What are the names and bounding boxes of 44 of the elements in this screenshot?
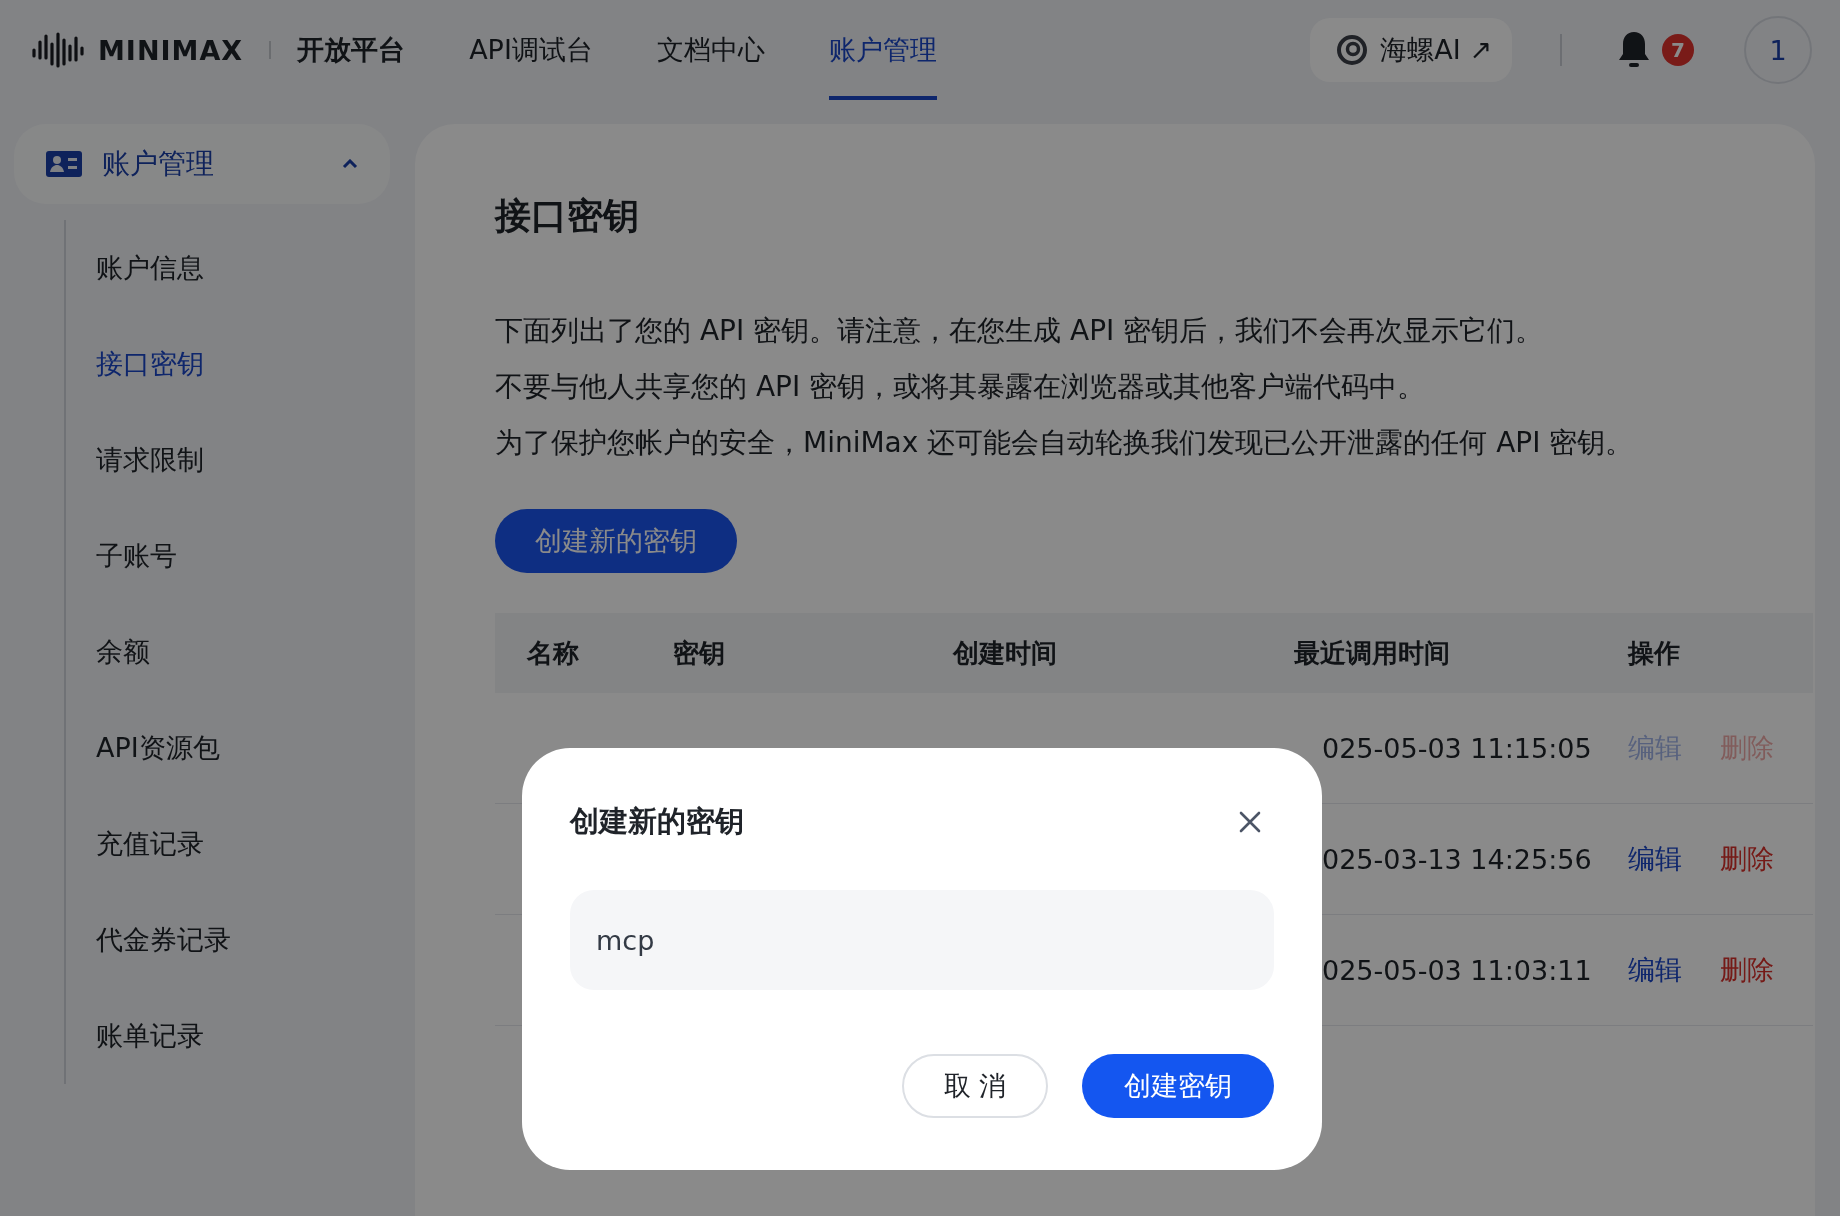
- id-card-icon: [46, 151, 82, 177]
- description-text: 下面列出了您的 API 密钥。请注意，在您生成 API 密钥后，我们不会再次显示它们。: [495, 313, 1545, 349]
- column-header: 最近调用时间: [1294, 636, 1451, 670]
- description-text: 为了保护您帐户的安全，MiniMax 还可能会自动轮换我们发现已公开泄露的任何 API 密钥。: [495, 425, 1635, 461]
- dialog-title: 创建新的密钥: [570, 803, 744, 840]
- column-header: 密钥: [673, 636, 726, 670]
- sidebar-group-header[interactable]: 账户管理: [14, 124, 390, 204]
- create-button[interactable]: 创建密钥: [1082, 1054, 1274, 1118]
- notification-badge: 7: [1662, 34, 1694, 66]
- row-action-link[interactable]: 编辑: [1628, 952, 1682, 988]
- sidebar-item[interactable]: 接口密钥: [96, 316, 390, 412]
- column-header: 创建时间: [953, 636, 1058, 670]
- sidebar-item[interactable]: 充值记录: [96, 796, 390, 892]
- sidebar-item[interactable]: 子账号: [96, 508, 390, 604]
- sidebar-item[interactable]: 代金券记录: [96, 892, 390, 988]
- nav-tab[interactable]: API调试台: [469, 0, 593, 100]
- cancel-button[interactable]: 取 消: [902, 1054, 1048, 1118]
- logo-wave-icon: [30, 30, 86, 70]
- create-key-button[interactable]: 创建新的密钥: [495, 509, 737, 573]
- sidebar-item[interactable]: API资源包: [96, 700, 390, 796]
- table-cell-text: 025-03-13 14:25:56: [1321, 843, 1593, 875]
- chevron-icon: [342, 159, 358, 169]
- table-cell-text: 025-05-03 11:03:11: [1321, 954, 1593, 986]
- sidebar-item[interactable]: 余额: [96, 604, 390, 700]
- sidebar-item[interactable]: 账户信息: [96, 220, 390, 316]
- logo-text: MINIMAX: [98, 34, 244, 66]
- close-icon[interactable]: [1238, 810, 1262, 834]
- sidebar-item[interactable]: 请求限制: [96, 412, 390, 508]
- sidebar-item[interactable]: 账单记录: [96, 988, 390, 1084]
- nav-tab[interactable]: 账户管理: [828, 0, 937, 100]
- row-action-link[interactable]: 删除: [1720, 952, 1774, 988]
- avatar[interactable]: 1: [1744, 16, 1812, 84]
- column-header: 操作: [1628, 636, 1681, 670]
- description-text: 不要与他人共享您的 API 密钥，或将其暴露在浏览器或其他客户端代码中。: [495, 369, 1427, 405]
- spiral-icon: [1336, 34, 1369, 66]
- row-action-link[interactable]: 编辑: [1628, 841, 1682, 877]
- row-action-link[interactable]: 删除: [1720, 841, 1774, 877]
- column-header: 名称: [527, 636, 580, 670]
- table-cell-text: 025-05-03 11:15:05: [1321, 732, 1593, 764]
- key-name-field[interactable]: mcp: [570, 890, 1274, 990]
- page-title: 接口密钥: [495, 194, 640, 238]
- platform-title: 开放平台: [297, 33, 406, 67]
- app-link[interactable]: 海螺AI ↗: [1310, 18, 1512, 82]
- nav-tab[interactable]: 文档中心: [656, 0, 765, 100]
